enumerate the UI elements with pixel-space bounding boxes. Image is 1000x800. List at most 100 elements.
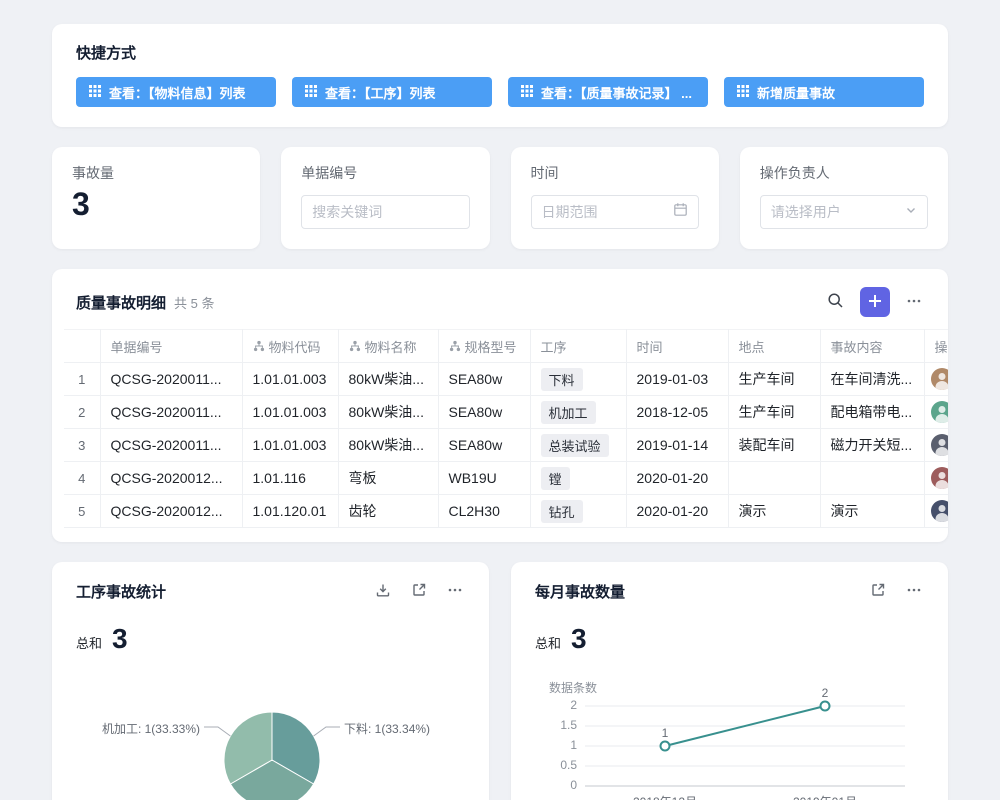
dashboard-page: 快捷方式 查看：【物料信息】列表查看：【工序】列表查看：【质量事故记录】 ...… xyxy=(0,0,1000,800)
add-record-button[interactable] xyxy=(860,287,890,317)
y-tick-label: 0 xyxy=(535,778,577,792)
column-header-4: 规格型号 xyxy=(438,330,530,363)
material-name-cell: 齿轮 xyxy=(338,495,438,528)
column-header-label: 规格型号 xyxy=(465,337,517,356)
process-cell: 总装试验 xyxy=(530,429,626,462)
line-chart-header: 每月事故数量 xyxy=(535,580,924,603)
row-number-cell: 4 xyxy=(64,462,100,495)
line-chart: 数据条数 时间（月） 00.511.5212018年12月22019年01月 xyxy=(535,663,924,800)
accidents-table: 单据编号物料代码物料名称规格型号工序时间地点事故内容操作负责人 1QCSG-20… xyxy=(64,329,948,528)
date-range-input[interactable]: 日期范围 xyxy=(531,195,699,229)
operator-cell xyxy=(924,363,948,396)
date-cell: 2020-01-20 xyxy=(626,462,728,495)
row-number-cell: 5 xyxy=(64,495,100,528)
table-actions xyxy=(825,287,924,317)
expand-chart-button[interactable] xyxy=(409,580,429,603)
shortcut-button-2[interactable]: 查看：【质量事故记录】 ... xyxy=(508,77,708,107)
table-more-button[interactable] xyxy=(904,291,924,314)
avatar xyxy=(931,467,949,489)
y-tick-label: 1.5 xyxy=(535,718,577,732)
material-code-cell: 1.01.01.003 xyxy=(242,396,338,429)
filter-card-operator: 操作负责人 请选择用户 xyxy=(740,147,948,249)
table-row[interactable]: 3QCSG-2020011...1.01.01.00380kW柴油...SEA8… xyxy=(64,429,948,462)
spec-cell: SEA80w xyxy=(438,429,530,462)
process-cell: 钻孔 xyxy=(530,495,626,528)
stat-value: 3 xyxy=(72,187,240,222)
avatar xyxy=(931,401,949,423)
process-tag: 镗 xyxy=(541,467,570,490)
download-chart-button[interactable] xyxy=(373,580,393,603)
material-code-cell: 1.01.120.01 xyxy=(242,495,338,528)
column-header-label: 时间 xyxy=(637,337,663,356)
linked-field-icon xyxy=(349,340,361,352)
column-header-5: 工序 xyxy=(530,330,626,363)
avatar xyxy=(931,500,949,522)
table-header-bar: 质量事故明细 共 5 条 xyxy=(52,269,948,329)
content-cell: 在车间清洗... xyxy=(820,363,924,396)
column-header-7: 地点 xyxy=(728,330,820,363)
date-cell: 2020-01-20 xyxy=(626,495,728,528)
linked-field-icon xyxy=(449,340,461,352)
filter-card-time: 时间 日期范围 xyxy=(511,147,719,249)
line-more-button[interactable] xyxy=(904,580,924,603)
avatar xyxy=(931,368,949,390)
date-cell: 2019-01-14 xyxy=(626,429,728,462)
doc-number-cell: QCSG-2020012... xyxy=(100,495,242,528)
column-header-label: 地点 xyxy=(739,337,765,356)
operator-select[interactable]: 请选择用户 xyxy=(760,195,928,229)
operator-cell xyxy=(924,462,948,495)
point-value-label: 2 xyxy=(822,686,829,700)
content-cell: 配电箱带电... xyxy=(820,396,924,429)
table-title: 质量事故明细 xyxy=(76,292,166,313)
line-total-row: 总和 3 xyxy=(535,623,924,655)
time-label: 时间 xyxy=(531,163,699,183)
y-tick-label: 0.5 xyxy=(535,758,577,772)
stat-card-accident-count: 事故量 3 xyxy=(52,147,260,249)
table-row[interactable]: 4QCSG-2020012...1.01.116弯板WB19U 镗 2020-01-… xyxy=(64,462,948,495)
shortcut-button-label: 新增质量事故 xyxy=(757,83,835,102)
dashboard-content: 快捷方式 查看：【物料信息】列表查看：【工序】列表查看：【质量事故记录】 ...… xyxy=(0,0,1000,800)
pie-chart-card: 工序事故统计 xyxy=(52,562,489,800)
search-button[interactable] xyxy=(825,290,846,314)
material-name-cell: 弯板 xyxy=(338,462,438,495)
spec-cell: SEA80w xyxy=(438,363,530,396)
open-external-icon xyxy=(411,582,427,601)
x-tick-label: 2018年12月 xyxy=(633,793,697,800)
column-header-label: 物料名称 xyxy=(365,337,417,356)
avatar xyxy=(931,434,949,456)
material-name-cell: 80kW柴油... xyxy=(338,396,438,429)
more-icon xyxy=(906,293,922,312)
doc-number-search-input[interactable]: 搜索关键词 xyxy=(301,195,469,229)
y-tick-label: 1 xyxy=(535,738,577,752)
y-tick-label: 2 xyxy=(535,698,577,712)
table-row[interactable]: 5QCSG-2020012...1.01.120.01齿轮CL2H30钻孔202… xyxy=(64,495,948,528)
row-number-cell: 2 xyxy=(64,396,100,429)
pie-chart-toolbar xyxy=(373,580,465,603)
column-header-2: 物料代码 xyxy=(242,330,338,363)
doc-number-cell: QCSG-2020012... xyxy=(100,462,242,495)
pie-more-button[interactable] xyxy=(445,580,465,603)
expand-chart-button[interactable] xyxy=(868,580,888,603)
pie-slice-label: 下料: 1(33.34%) xyxy=(344,720,430,737)
column-header-6: 时间 xyxy=(626,330,728,363)
shortcut-button-1[interactable]: 查看：【工序】列表 xyxy=(292,77,492,107)
search-icon xyxy=(827,292,844,312)
material-code-cell: 1.01.116 xyxy=(242,462,338,495)
column-header-1: 单据编号 xyxy=(100,330,242,363)
column-header-0 xyxy=(64,330,100,363)
accidents-table-scroll[interactable]: 单据编号物料代码物料名称规格型号工序时间地点事故内容操作负责人 1QCSG-20… xyxy=(64,329,948,528)
grid-icon xyxy=(305,85,317,100)
download-icon xyxy=(375,582,391,601)
data-point xyxy=(821,702,830,711)
table-row[interactable]: 1QCSG-2020011...1.01.01.00380kW柴油...SEA8… xyxy=(64,363,948,396)
shortcut-button-0[interactable]: 查看：【物料信息】列表 xyxy=(76,77,276,107)
line-chart-toolbar xyxy=(868,580,924,603)
shortcut-button-3[interactable]: 新增质量事故 xyxy=(724,77,924,107)
place-cell: 生产车间 xyxy=(728,396,820,429)
spec-cell: WB19U xyxy=(438,462,530,495)
shortcut-buttons: 查看：【物料信息】列表查看：【工序】列表查看：【质量事故记录】 ... 新增质量事… xyxy=(76,77,924,107)
table-row[interactable]: 2QCSG-2020011...1.01.01.00380kW柴油...SEA8… xyxy=(64,396,948,429)
more-icon xyxy=(447,582,463,601)
operator-placeholder: 请选择用户 xyxy=(771,202,841,222)
pie-slice-label: 机加工: 1(33.33%) xyxy=(102,720,200,737)
